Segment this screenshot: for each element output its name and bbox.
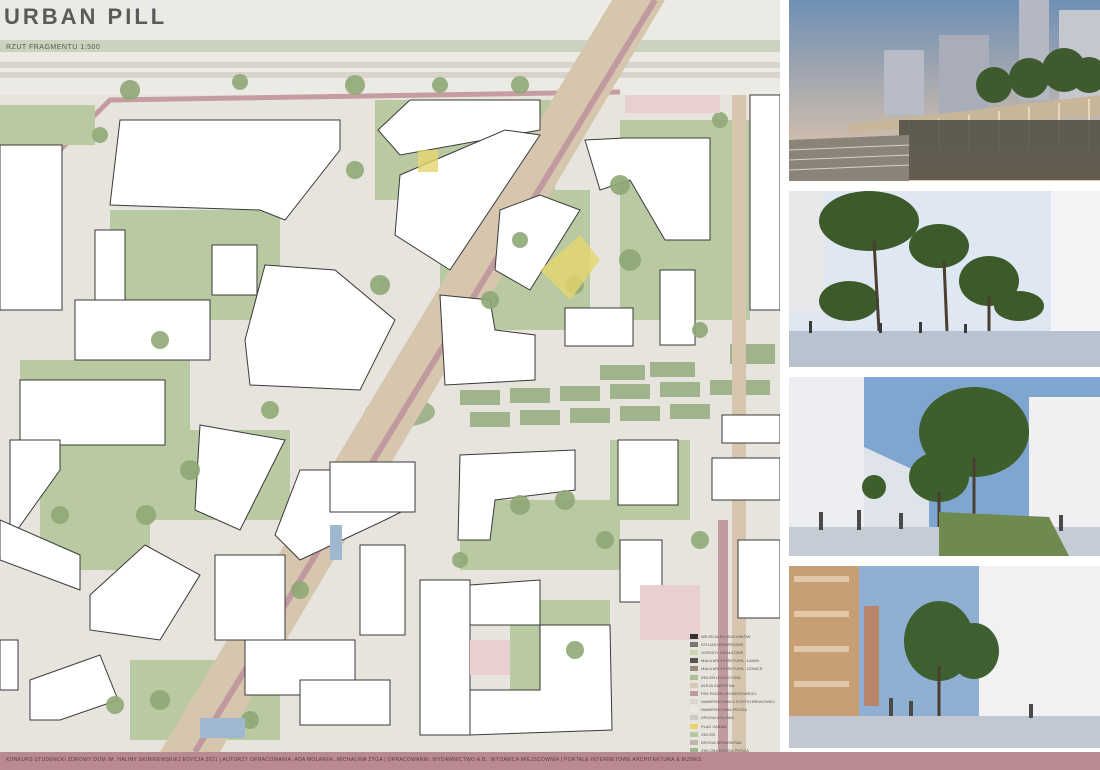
- legend-swatch: [690, 674, 698, 680]
- legend-item: WEJŚCIA DO BUDYNKÓW: [690, 632, 780, 640]
- legend-item: ZIELEŃ: [690, 730, 780, 738]
- legend-swatch: [690, 658, 698, 664]
- legend-item: ALEJA ZWROTNA: [690, 681, 780, 689]
- legend-swatch: [690, 649, 698, 655]
- legend-swatch: [690, 699, 698, 705]
- plan-legend: WEJŚCIA DO BUDYNKÓW STOJAKI ROWEROWE OGR…: [690, 632, 780, 755]
- legend-swatch: [690, 731, 698, 737]
- legend-swatch: [690, 690, 698, 696]
- legend-swatch: [690, 715, 698, 721]
- poster-footer: KONKURS STUDENCKI ZDROWY DOM IM. HALINY …: [0, 752, 1100, 770]
- pedestrian-street-render: [789, 566, 1100, 748]
- legend-item: MAŁA ARCHITEKTURA - ŁAWKI: [690, 657, 780, 665]
- legend-item: OGRODY DZIAŁKOWE: [690, 648, 780, 656]
- legend-swatch: [690, 666, 698, 672]
- legend-swatch: [690, 707, 698, 713]
- legend-item: DROGA KOŁOWA: [690, 714, 780, 722]
- green-street-render: [789, 191, 1100, 367]
- legend-swatch: [690, 740, 698, 746]
- legend-swatch: [690, 723, 698, 729]
- legend-item: PLAC ZABAW: [690, 722, 780, 730]
- poster-title: URBAN PILL: [4, 4, 168, 29]
- legend-item: STOJAKI ROWEROWE: [690, 640, 780, 648]
- legend-item: ZIELEŃ IZOLACYJNA: [690, 673, 780, 681]
- legend-item: MAŁA ARCHITEKTURA - DONICE: [690, 665, 780, 673]
- legend-swatch: [690, 641, 698, 647]
- scale-label: RZUT FRAGMENTU 1:500: [6, 44, 101, 51]
- legend-item: DROGA SERWISOWA: [690, 738, 780, 746]
- legend-item: NAWIERZCHNIA Z KOSTKI BRUKOWEJ: [690, 698, 780, 706]
- legend-swatch: [690, 633, 698, 639]
- legend-swatch: [690, 682, 698, 688]
- railway-terrace-render: [789, 0, 1100, 181]
- legend-item: NAWIERZCHNIA PIESZA: [690, 706, 780, 714]
- footer-credits: KONKURS STUDENCKI ZDROWY DOM IM. HALINY …: [6, 757, 702, 763]
- tree-alley-render: [789, 377, 1100, 556]
- site-plan: [0, 0, 780, 752]
- legend-item: PAS RUCHU ROWEROWEGO: [690, 689, 780, 697]
